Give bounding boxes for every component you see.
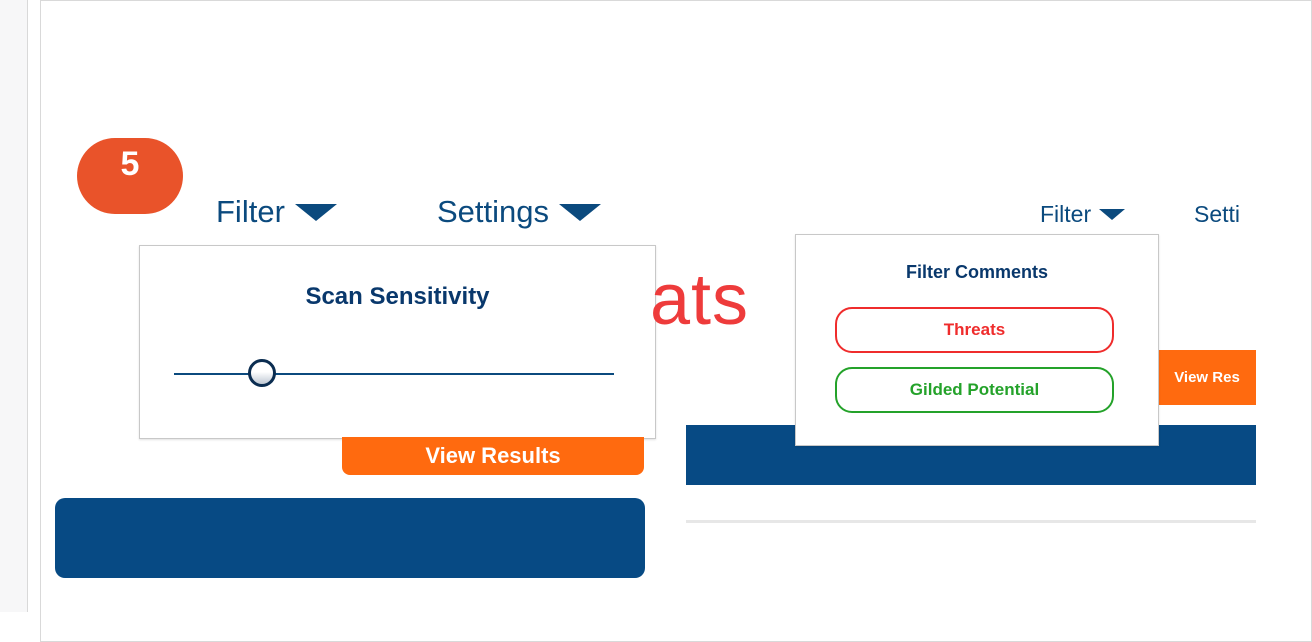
filter-tab[interactable]: Filter	[1040, 201, 1126, 228]
settings-tab-label: Setti	[1194, 201, 1241, 227]
settings-tab[interactable]: Settings	[437, 194, 602, 230]
page-title-fragment: ats	[650, 260, 750, 340]
filter-tab-label: Filter	[1040, 201, 1092, 227]
view-results-label: View Res	[1174, 369, 1240, 386]
gilded-potential-filter-pill[interactable]: Gilded Potential	[835, 367, 1114, 413]
caret-down-icon	[294, 203, 337, 221]
view-results-label: View Results	[425, 443, 561, 468]
caret-down-icon	[1099, 209, 1126, 220]
caret-down-icon	[559, 203, 602, 221]
settings-tab-label: Settings	[437, 194, 550, 229]
filter-tab-label: Filter	[216, 194, 285, 229]
divider	[686, 520, 1256, 523]
blue-results-bar	[55, 498, 645, 578]
sensitivity-slider-track[interactable]	[174, 373, 614, 375]
filter-comments-popup: Filter Comments Threats Gilded Potential	[795, 234, 1159, 446]
step-number: 5	[120, 145, 140, 183]
threats-filter-pill[interactable]: Threats	[835, 307, 1114, 353]
popup-title: Scan Sensitivity	[305, 283, 490, 310]
view-results-button[interactable]: View Res	[1158, 350, 1256, 405]
view-results-button[interactable]: View Results	[342, 437, 644, 475]
sensitivity-slider-thumb[interactable]	[248, 359, 276, 387]
gilded-potential-filter-label: Gilded Potential	[909, 380, 1040, 399]
settings-tab[interactable]: Setti	[1194, 201, 1240, 228]
popup-title: Filter Comments	[905, 262, 1049, 282]
left-side-panel	[0, 0, 28, 612]
threats-filter-label: Threats	[943, 320, 1006, 339]
filter-tab[interactable]: Filter	[216, 194, 337, 230]
scan-sensitivity-popup: Scan Sensitivity	[139, 245, 656, 439]
step-number-badge: 5	[77, 138, 183, 214]
